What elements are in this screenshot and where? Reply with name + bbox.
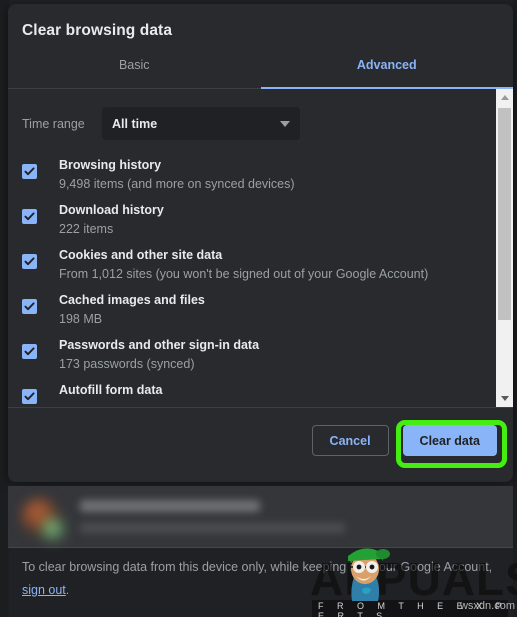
dialog-content: Time range All time Browsing history 9,4 [8,89,496,407]
option-title: Browsing history [59,157,295,174]
option-row-browsing-history[interactable]: Browsing history 9,498 items (and more o… [8,152,496,197]
time-range-select[interactable]: All time [102,107,300,140]
time-range-value: All time [112,117,157,131]
page-backdrop-right [513,0,517,617]
option-title: Cookies and other site data [59,247,428,264]
chevron-down-icon [280,121,290,127]
checkbox-cached-images[interactable] [22,299,37,314]
triangle-down-icon [501,396,509,401]
sign-out-link[interactable]: sign out [22,583,66,597]
dialog-scroll-body: Time range All time Browsing history 9,4 [8,89,513,407]
time-range-label: Time range [22,117,102,131]
checkbox-passwords[interactable] [22,344,37,359]
option-title: Passwords and other sign-in data [59,337,259,354]
scrollbar-down-button[interactable] [496,390,513,407]
option-subtitle: 9,498 items (and more on synced devices) [59,175,295,193]
option-subtitle: 173 passwords (synced) [59,355,259,373]
option-title: Autofill form data [59,382,162,399]
options-list: Browsing history 9,498 items (and more o… [8,152,496,407]
footer-note: To clear browsing data from this device … [8,552,513,602]
account-detail-blurred [80,523,345,533]
clear-data-button[interactable]: Clear data [403,425,497,456]
footer-text-before: To clear browsing data from this device … [22,560,492,574]
account-text-blurred [80,500,345,533]
option-row-passwords[interactable]: Passwords and other sign-in data 173 pas… [8,332,496,377]
scrollbar-thumb[interactable] [498,108,511,320]
avatar-status-badge [43,519,62,538]
option-title: Cached images and files [59,292,205,309]
option-title: Download history [59,202,164,219]
dialog-action-bar: Cancel Clear data [8,407,513,473]
account-row[interactable] [8,486,513,548]
option-row-autofill[interactable]: Autofill form data [8,377,496,407]
checkbox-cookies[interactable] [22,254,37,269]
dialog-tabs: Basic Advanced [8,56,513,89]
option-row-download-history[interactable]: Download history 222 items [8,197,496,242]
dialog-scrollbar[interactable] [496,89,513,407]
checkbox-autofill[interactable] [22,389,37,404]
watermark-bar [312,600,508,617]
time-range-row: Time range All time [8,89,496,140]
avatar [22,499,58,535]
clear-browsing-data-dialog: Clear browsing data Basic Advanced Time … [8,4,513,482]
browser-page: Clear browsing data Basic Advanced Time … [0,0,517,617]
dialog-title: Clear browsing data [8,4,513,40]
account-name-blurred [80,500,260,512]
triangle-up-icon [501,95,509,100]
cancel-button[interactable]: Cancel [312,425,389,456]
checkbox-download-history[interactable] [22,209,37,224]
option-subtitle: 222 items [59,220,164,238]
scrollbar-up-button[interactable] [496,89,513,106]
option-subtitle: From 1,012 sites (you won't be signed ou… [59,265,428,283]
option-row-cookies[interactable]: Cookies and other site data From 1,012 s… [8,242,496,287]
tab-basic[interactable]: Basic [8,56,261,88]
checkbox-browsing-history[interactable] [22,164,37,179]
footer-text-after: . [66,583,69,597]
tab-advanced[interactable]: Advanced [261,56,514,88]
option-subtitle: 198 MB [59,310,205,328]
watermark-tagline: F R O M T H E E X P E R T S [318,601,517,617]
option-row-cached-images[interactable]: Cached images and files 198 MB [8,287,496,332]
